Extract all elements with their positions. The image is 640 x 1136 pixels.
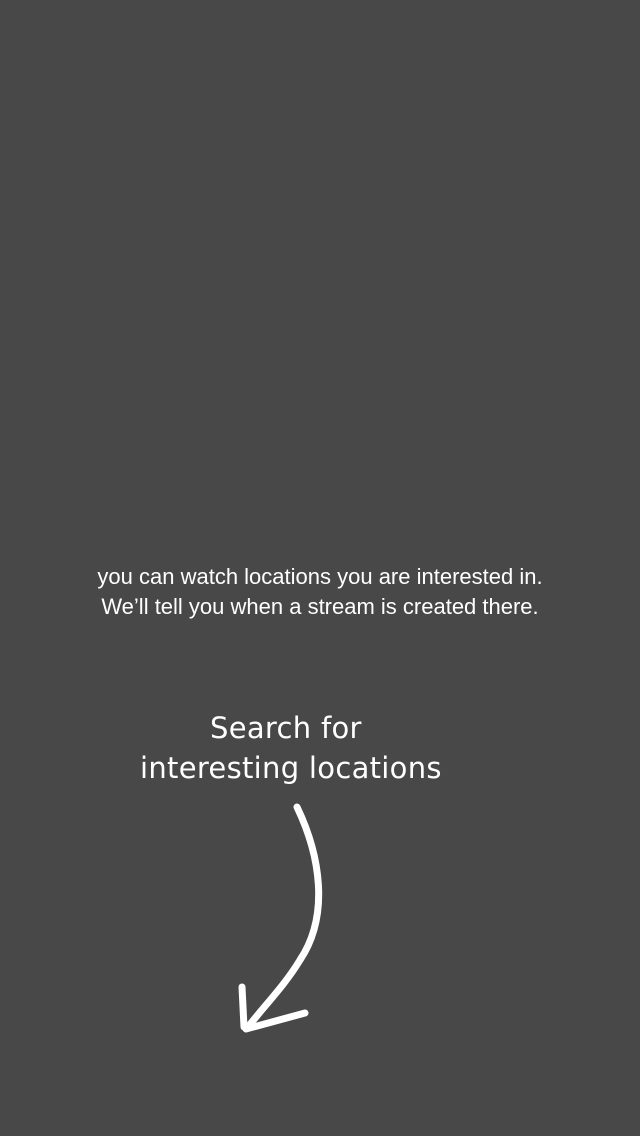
watch-locations-empty-screen: you can watch locations you are interest…: [0, 0, 640, 1136]
info-message: you can watch locations you are interest…: [0, 562, 640, 622]
arrow-down-left-icon: [238, 803, 323, 1033]
hint-line-2: interesting locations: [140, 751, 442, 785]
info-line-1: you can watch locations you are interest…: [97, 564, 543, 589]
hint-line-1: Search for: [210, 711, 362, 745]
info-line-2: We’ll tell you when a stream is created …: [101, 594, 539, 619]
search-hint: Search for interesting locations: [140, 708, 460, 788]
